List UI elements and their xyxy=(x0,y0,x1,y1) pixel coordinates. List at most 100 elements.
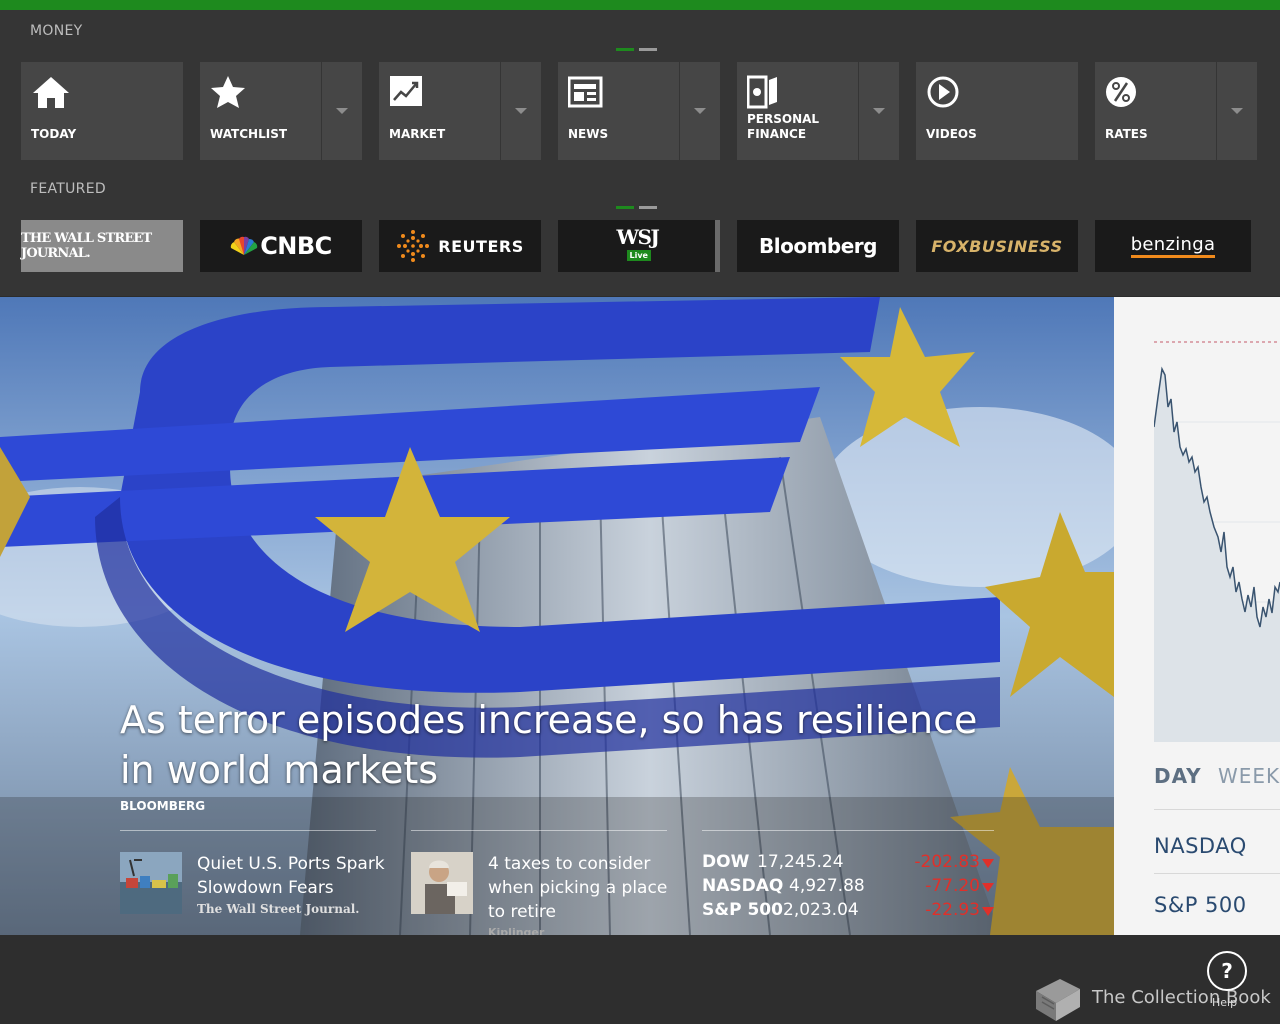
hero-image xyxy=(0,297,1114,935)
market-chart-icon xyxy=(390,76,422,106)
play-icon xyxy=(927,76,959,108)
tile-rates[interactable]: RATES xyxy=(1095,62,1257,160)
watchlist-dropdown-button[interactable] xyxy=(321,62,361,160)
live-badge: Live xyxy=(626,250,651,261)
chevron-down-icon xyxy=(1231,108,1243,114)
index-sparkline-chart[interactable] xyxy=(1154,337,1280,742)
quote-row-nasdaq[interactable]: NASDAQ 4,927.88 -77.20 xyxy=(702,876,1002,900)
chevron-down-icon xyxy=(873,108,885,114)
quote-change: -202.83 xyxy=(914,852,980,872)
story-thumbnail xyxy=(120,852,182,914)
down-arrow-icon xyxy=(982,859,994,868)
quote-value: 4,927.88 xyxy=(789,876,865,896)
market-quotes[interactable]: DOW 17,245.24 -202.83 NASDAQ 4,927.88 -7… xyxy=(702,852,1002,924)
tab-day[interactable]: DAY xyxy=(1154,764,1202,788)
source-tile-wsj-live[interactable]: WSJ Live xyxy=(558,220,720,272)
tile-label: WATCHLIST xyxy=(210,127,288,141)
quote-change: -77.20 xyxy=(925,876,980,896)
index-item-sp500[interactable]: S&P 500 xyxy=(1154,893,1247,917)
source-tile-reuters[interactable]: REUTERS xyxy=(379,220,541,272)
wsj-logo: THE WALL STREET JOURNAL. xyxy=(21,231,152,261)
down-arrow-icon xyxy=(982,883,994,892)
chevron-down-icon xyxy=(336,108,348,114)
quote-value: 2,023.04 xyxy=(783,900,859,920)
help-button[interactable]: ? xyxy=(1207,951,1247,991)
tile-label: TODAY xyxy=(31,127,77,141)
source-tile-wsj[interactable]: THE WALL STREET JOURNAL. xyxy=(21,220,183,272)
story-title[interactable]: 4 taxes to consider when picking a place… xyxy=(488,852,678,924)
quote-row-dow[interactable]: DOW 17,245.24 -202.83 xyxy=(702,852,1002,876)
benzinga-logo: benzinga xyxy=(1130,234,1216,258)
index-item-nasdaq[interactable]: NASDAQ xyxy=(1154,834,1247,858)
tile-personal-finance[interactable]: PERSONAL FINANCE xyxy=(737,62,899,160)
chevron-down-icon xyxy=(515,108,527,114)
tab-week[interactable]: WEEK xyxy=(1218,764,1280,788)
tile-label: MARKET xyxy=(389,127,446,141)
section-tiles: TODAY WATCHLIST MARKET NEWS PERSONAL FIN… xyxy=(21,62,1271,160)
down-arrow-icon xyxy=(982,907,994,916)
collection-book-text: The Collection Book xyxy=(1092,987,1271,1008)
news-dropdown-button[interactable] xyxy=(679,62,719,160)
source-tile-fox-business[interactable]: FOXBUSINESS xyxy=(916,220,1078,272)
story-source: The Wall Street Journal. xyxy=(197,902,360,916)
cnbc-logo: CNBC xyxy=(260,232,332,260)
tile-label: NEWS xyxy=(568,127,609,141)
source-tile-bloomberg[interactable]: Bloomberg xyxy=(737,220,899,272)
wsj-live-logo: WSJ xyxy=(616,225,660,249)
reuters-dots-icon xyxy=(397,230,430,262)
hero-source: BLOOMBERG xyxy=(120,799,206,813)
reuters-logo: REUTERS xyxy=(438,236,524,256)
section-label-money: MONEY xyxy=(30,23,83,39)
story-thumbnail xyxy=(411,852,473,914)
tile-today[interactable]: TODAY xyxy=(21,62,183,160)
nav-panel: MONEY TODAY WATCHLIST MARKET NEWS PERSON… xyxy=(0,10,1280,296)
help-label: Help xyxy=(1212,996,1238,1009)
tile-watchlist[interactable]: WATCHLIST xyxy=(200,62,362,160)
question-mark-icon: ? xyxy=(1221,959,1233,983)
star-icon xyxy=(211,76,245,108)
percent-icon xyxy=(1106,77,1136,107)
bloomberg-logo: Bloomberg xyxy=(759,234,877,258)
hero-story[interactable]: As terror episodes increase, so has resi… xyxy=(0,297,1114,935)
tile-label: VIDEOS xyxy=(926,127,977,141)
tile-news[interactable]: NEWS xyxy=(558,62,720,160)
book-icon xyxy=(1036,979,1080,1021)
section-label-featured: FEATURED xyxy=(30,181,106,197)
story-card-ports[interactable]: Quiet U.S. Ports Spark Slowdown Fears Th… xyxy=(120,852,390,935)
quote-value: 17,245.24 xyxy=(757,852,844,872)
market-side-panel: DAY WEEK NASDAQ S&P 500 xyxy=(1114,297,1280,935)
tile-videos[interactable]: VIDEOS xyxy=(916,62,1078,160)
market-dropdown-button[interactable] xyxy=(500,62,540,160)
quote-symbol: DOW xyxy=(702,852,750,872)
home-icon xyxy=(33,77,69,108)
story-title[interactable]: Quiet U.S. Ports Spark Slowdown Fears xyxy=(197,852,387,900)
quote-row-sp500[interactable]: S&P 500 2,023.04 -22.93 xyxy=(702,900,1002,924)
money-wallet-icon xyxy=(747,75,777,109)
divider xyxy=(120,830,376,831)
app-accent-bar xyxy=(0,0,1280,10)
featured-sources: THE WALL STREET JOURNAL. CNBC REUTERS WS… xyxy=(21,220,1280,272)
divider xyxy=(411,830,667,831)
rates-dropdown-button[interactable] xyxy=(1216,62,1256,160)
story-source: Kiplinger xyxy=(488,926,545,935)
quote-symbol: S&P 500 xyxy=(702,900,783,920)
fox-business-logo: FOXBUSINESS xyxy=(931,236,1063,256)
newspaper-icon xyxy=(568,76,603,108)
featured-pager[interactable] xyxy=(616,206,657,209)
quote-symbol: NASDAQ xyxy=(702,876,784,896)
tile-market[interactable]: MARKET xyxy=(379,62,541,160)
personal-finance-dropdown-button[interactable] xyxy=(858,62,898,160)
divider xyxy=(1154,809,1280,810)
divider xyxy=(702,830,994,831)
tile-label: PERSONAL FINANCE xyxy=(747,112,820,141)
source-tile-benzinga[interactable]: benzinga xyxy=(1095,220,1251,272)
source-tile-cnbc[interactable]: CNBC xyxy=(200,220,362,272)
divider xyxy=(1154,873,1280,874)
story-card-taxes[interactable]: 4 taxes to consider when picking a place… xyxy=(411,852,681,935)
chevron-down-icon xyxy=(694,108,706,114)
hero-headline[interactable]: As terror episodes increase, so has resi… xyxy=(120,695,1000,795)
nav-pager[interactable] xyxy=(616,48,657,51)
cnbc-peacock-icon xyxy=(231,236,258,255)
tile-label: RATES xyxy=(1105,127,1148,141)
quote-change: -22.93 xyxy=(925,900,980,920)
